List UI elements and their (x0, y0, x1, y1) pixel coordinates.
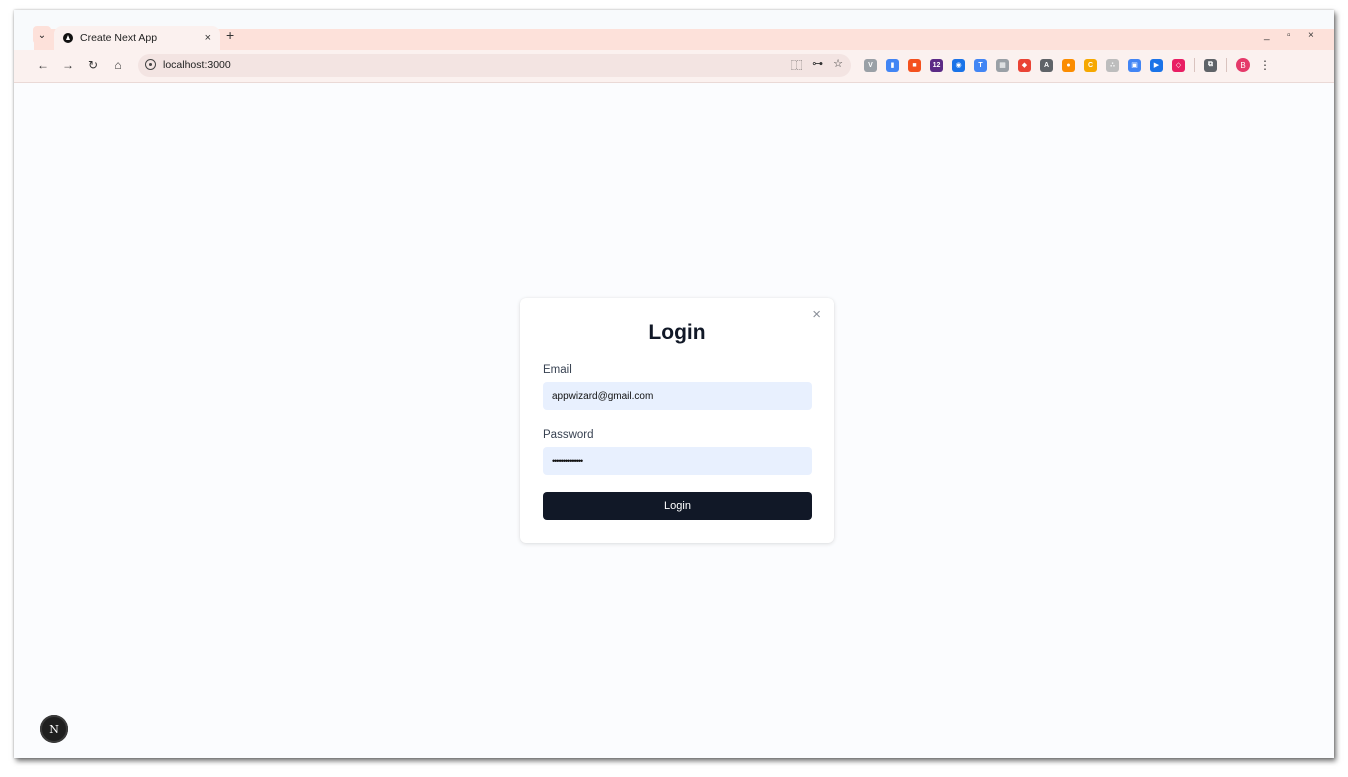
address-bar[interactable]: localhost:3000 ⿰ ⊶ ☆ (138, 54, 851, 77)
reload-button[interactable]: ↻ (86, 58, 100, 72)
omnibox-actions: ⿰ ⊶ ☆ (791, 57, 843, 73)
dots-extension-icon[interactable]: ∴ (1106, 58, 1119, 72)
site-info-icon[interactable] (145, 59, 156, 70)
red-extension-icon[interactable]: ◆ (1018, 58, 1031, 72)
minimize-button[interactable]: _ (1264, 30, 1270, 41)
password-label: Password (543, 429, 594, 441)
forward-button[interactable]: → (61, 58, 75, 72)
c-extension-icon[interactable]: C (1084, 58, 1097, 72)
close-window-button[interactable]: × (1308, 30, 1314, 41)
honey-extension-icon[interactable]: ● (1062, 58, 1075, 72)
login-button[interactable]: Login (543, 492, 812, 520)
home-button[interactable]: ⌂ (111, 58, 125, 72)
blue-extension-icon[interactable]: ◉ (952, 58, 965, 72)
play-extension-icon[interactable]: ▶ (1150, 58, 1163, 72)
orange-extension-icon[interactable]: ■ (908, 58, 921, 72)
email-label: Email (543, 364, 572, 376)
back-button[interactable]: ← (36, 58, 50, 72)
profile-avatar[interactable]: B (1236, 58, 1250, 72)
a-extension-icon[interactable]: A (1040, 58, 1053, 72)
badge-extension-icon[interactable]: 12 (930, 58, 943, 72)
toolbar-separator (1194, 58, 1195, 72)
login-modal: × Login Email Password Login (520, 298, 834, 543)
toolbar-separator (1226, 58, 1227, 72)
browser-window: ⌄ Create Next App × + _ ▫ × ← → ↻ ⌂ loca… (14, 10, 1334, 758)
tab-active[interactable]: Create Next App × (54, 26, 220, 50)
pink-extension-icon[interactable]: ◇ (1172, 58, 1185, 72)
v-extension-icon[interactable]: V (864, 58, 877, 72)
password-field[interactable] (543, 447, 812, 475)
url-text[interactable]: localhost:3000 (163, 59, 231, 71)
next-favicon-icon (63, 33, 73, 43)
doc-extension-icon[interactable]: ▮ (886, 58, 899, 72)
puzzle-extension-icon[interactable]: ⧉ (1204, 58, 1217, 72)
bookmark-star-icon[interactable]: ☆ (833, 57, 843, 73)
page-content: × Login Email Password Login N (14, 83, 1334, 758)
translate-extension-icon[interactable]: T (974, 58, 987, 72)
tab-close-icon[interactable]: × (205, 32, 211, 44)
tab-strip: ⌄ Create Next App × + _ ▫ × (14, 10, 1334, 50)
tab-search-button[interactable]: ⌄ (33, 26, 51, 44)
extensions-bar: V ▮ ■ 12 ◉ T ▦ ◆ A ● C ∴ ▣ ▶ ◇ ⧉ B ⋮ (864, 58, 1271, 72)
translate-icon[interactable]: ⿰ (791, 57, 802, 73)
password-key-icon[interactable]: ⊶ (812, 57, 823, 73)
grid-extension-icon[interactable]: ▦ (996, 58, 1009, 72)
email-field[interactable] (543, 382, 812, 410)
new-tab-button[interactable]: + (226, 27, 234, 43)
browser-toolbar: ← → ↻ ⌂ localhost:3000 ⿰ ⊶ ☆ V ▮ ■ 12 ◉ T ▦ ◆ A ●… (14, 50, 1334, 83)
browser-menu-icon[interactable]: ⋮ (1259, 58, 1271, 72)
blue-square-extension-icon[interactable]: ▣ (1128, 58, 1141, 72)
login-title: Login (648, 321, 706, 344)
restore-button[interactable]: ▫ (1287, 30, 1291, 41)
next-dev-indicator[interactable]: N (40, 715, 68, 743)
tab-title: Create Next App (80, 32, 158, 44)
